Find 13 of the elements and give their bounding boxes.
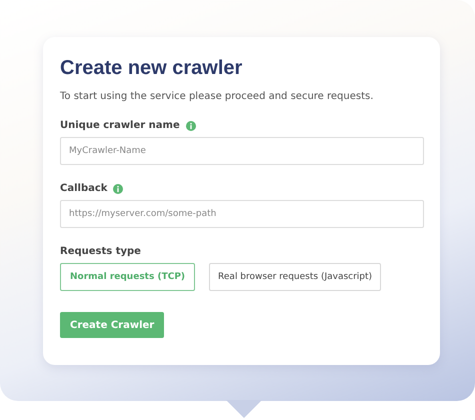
field-label: Callback: [60, 183, 108, 194]
bubble-tail: [226, 400, 262, 418]
field-label: Unique crawler name: [60, 120, 180, 131]
create-button[interactable]: Create Crawler: [60, 312, 164, 338]
option-button[interactable]: Real browser requests (Javascript): [209, 263, 382, 291]
input-field[interactable]: https://myserver.com/some-path: [60, 200, 424, 228]
info-icon[interactable]: [113, 184, 124, 194]
form-description: To start using the service please proceed and secure requests.: [60, 91, 374, 102]
info-icon[interactable]: [186, 120, 196, 130]
field-label: Requests type: [60, 246, 141, 257]
input-field[interactable]: MyCrawler-Name: [60, 137, 424, 165]
option-button[interactable]: Normal requests (TCP): [60, 263, 196, 291]
form-title: Create new crawler: [60, 57, 242, 80]
